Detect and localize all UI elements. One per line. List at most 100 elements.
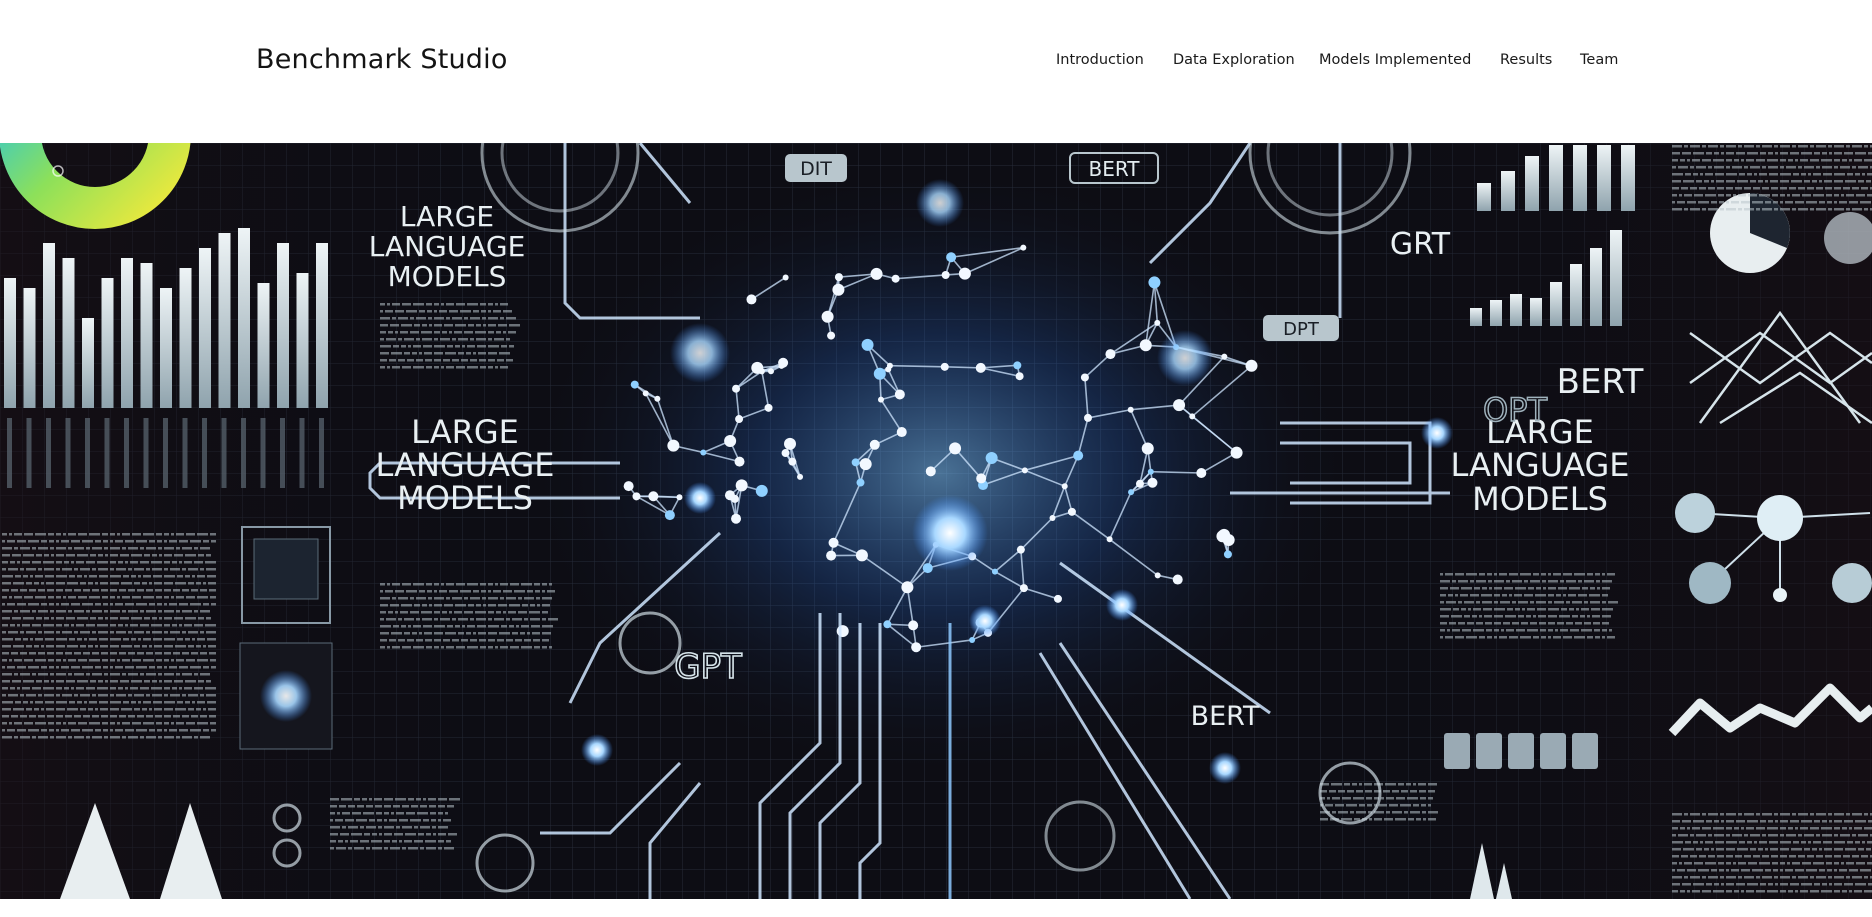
left-text-line — [41, 603, 47, 606]
left-text-line — [62, 631, 72, 634]
left-text-line — [74, 694, 78, 697]
right-text-line — [1527, 608, 1535, 611]
right-text-line — [1494, 573, 1497, 576]
right-text-line — [1506, 629, 1514, 632]
left-text-line — [194, 547, 198, 550]
left-text-line — [110, 659, 115, 662]
nav-data-exploration[interactable]: Data Exploration — [1173, 52, 1295, 68]
left-text-line — [9, 596, 12, 599]
left-text-line — [509, 604, 520, 607]
right-text-line — [1428, 797, 1433, 800]
right-text-line — [1489, 587, 1492, 590]
left-text-line — [92, 715, 99, 718]
nav-results[interactable]: Results — [1500, 52, 1552, 68]
right-text-line — [1455, 594, 1458, 597]
left-text-line — [387, 583, 390, 586]
left-text-line — [203, 540, 209, 543]
left-text-line — [110, 680, 118, 683]
left-text-line — [71, 624, 74, 627]
left-text-line — [136, 603, 147, 606]
right-text-line — [1681, 855, 1688, 858]
left-text-line — [130, 687, 138, 690]
brain-node — [667, 439, 680, 452]
left-text-line — [32, 673, 36, 676]
right-text-line — [1592, 615, 1600, 618]
left-text-line — [369, 819, 375, 822]
left-text-line — [32, 687, 41, 690]
left-text-line — [20, 652, 27, 655]
right-text-line — [1821, 827, 1832, 830]
right-text-line — [1672, 187, 1679, 190]
right-text-line — [1699, 187, 1706, 190]
left-text-line — [384, 798, 393, 801]
right-text-line — [1858, 834, 1868, 837]
left-text-line — [143, 722, 154, 725]
right-text-line — [1866, 848, 1871, 851]
left-text-line — [480, 583, 486, 586]
right-text-line — [1795, 869, 1804, 872]
left-text-line — [77, 680, 88, 683]
left-text-line — [461, 639, 468, 642]
brain-node — [821, 310, 834, 323]
brain-node — [1139, 339, 1152, 352]
left-text-line — [122, 659, 130, 662]
left-text-line — [80, 645, 86, 648]
left-text-line — [455, 625, 460, 628]
right-text-line — [1692, 827, 1700, 830]
brain-node — [908, 620, 919, 631]
left-text-line — [149, 729, 155, 732]
right-text-line — [1548, 580, 1558, 583]
right-text-line — [1555, 629, 1558, 632]
left-text-line — [524, 618, 528, 621]
right-text-line — [1455, 636, 1464, 639]
right-text-line — [1790, 883, 1799, 886]
left-text-line — [98, 554, 103, 557]
brain-node — [1016, 545, 1025, 554]
left-text-line — [7, 666, 15, 669]
right-text-line — [1410, 811, 1420, 814]
left-text-line — [404, 338, 414, 341]
left-text-line — [164, 701, 175, 704]
right-text-line — [1788, 159, 1793, 162]
left-text-line — [488, 618, 492, 621]
right-text-line — [1855, 173, 1860, 176]
left-text-line — [464, 317, 468, 320]
left-text-line — [97, 687, 108, 690]
right-text-line — [1834, 194, 1839, 197]
left-text-line — [20, 631, 24, 634]
left-text-line — [398, 317, 408, 320]
left-text-line — [522, 604, 528, 607]
left-text-line — [488, 632, 497, 635]
left-text-line — [438, 847, 442, 850]
left-text-line — [68, 596, 76, 599]
left-text-line — [375, 805, 382, 808]
left-text-line — [51, 554, 54, 557]
right-text-line — [1834, 180, 1843, 183]
left-text-line — [501, 625, 507, 628]
right-text-line — [1810, 145, 1814, 148]
right-text-line — [1823, 173, 1832, 176]
right-text-line — [1726, 201, 1729, 204]
right-text-line — [1428, 790, 1435, 793]
right-text-line — [1849, 890, 1852, 893]
left-text-line — [384, 833, 392, 836]
left-text-line — [157, 603, 162, 606]
left-text-line — [200, 736, 210, 739]
left-text-line — [500, 597, 504, 600]
left-text-line — [154, 708, 162, 711]
brain-node — [1218, 528, 1231, 541]
left-text-line — [438, 840, 444, 843]
right-text-line — [1765, 848, 1768, 851]
right-text-line — [1338, 811, 1348, 814]
left-text-line — [156, 533, 162, 536]
left-text-line — [118, 561, 123, 564]
right-text-line — [1708, 187, 1715, 190]
nav-team[interactable]: Team — [1580, 52, 1618, 68]
nav-introduction[interactable]: Introduction — [1056, 52, 1144, 68]
right-text-line — [1702, 813, 1706, 816]
left-text-line — [404, 352, 410, 355]
right-text-line — [1770, 848, 1778, 851]
right-text-line — [1854, 159, 1862, 162]
nav-models-implemented[interactable]: Models Implemented — [1319, 52, 1471, 68]
left-text-line — [7, 729, 15, 732]
